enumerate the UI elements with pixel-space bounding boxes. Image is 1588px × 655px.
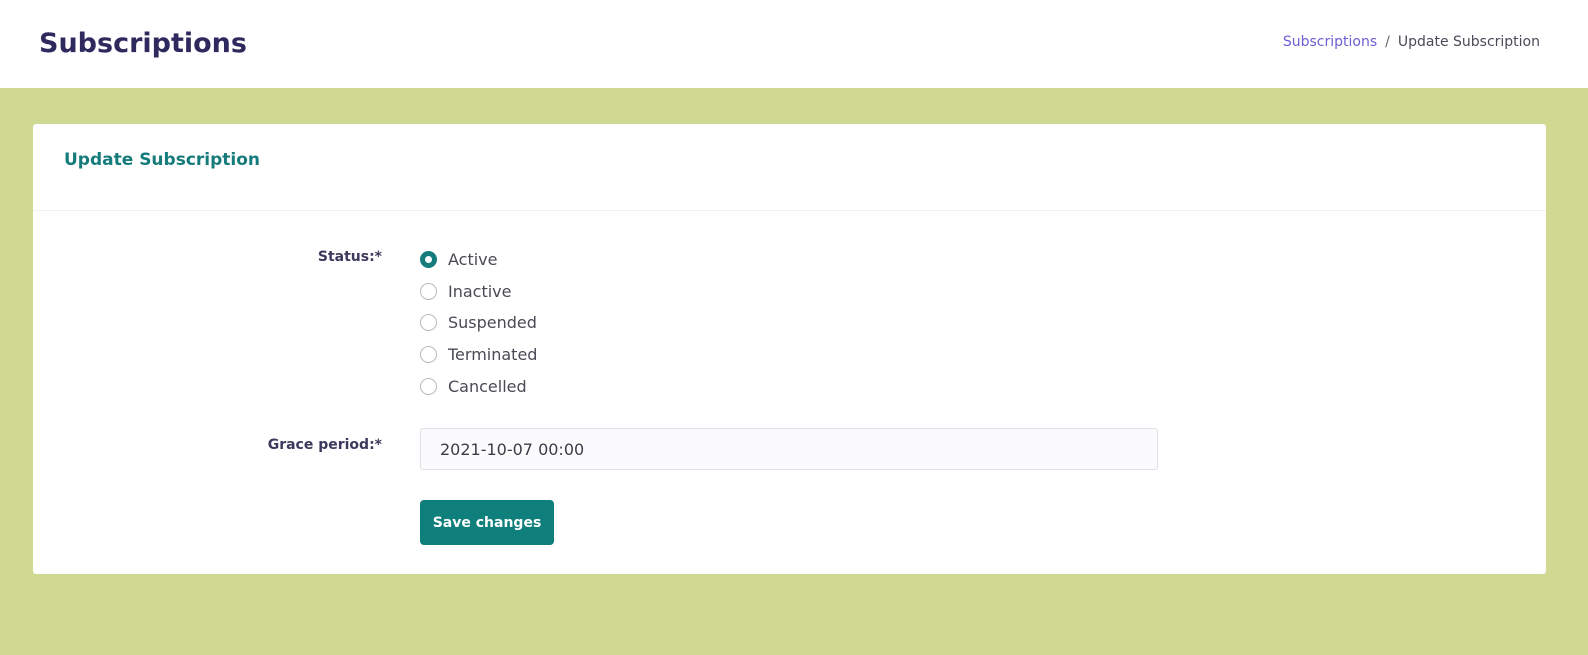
radio-label-cancelled: Cancelled <box>448 376 527 396</box>
radio-active[interactable] <box>420 251 437 269</box>
grace-period-label: Grace period:* <box>267 437 382 453</box>
radio-terminated[interactable] <box>420 346 437 364</box>
radio-label-suspended: Suspended <box>448 313 537 333</box>
status-option-suspended[interactable]: Suspended <box>420 307 537 339</box>
breadcrumb-link-subscriptions[interactable]: Subscriptions <box>1283 34 1377 50</box>
status-label: Status:* <box>317 249 382 265</box>
status-option-active[interactable]: Active <box>420 244 537 276</box>
card-header: Update Subscription <box>33 124 1546 211</box>
radio-suspended[interactable] <box>420 314 437 332</box>
radio-inactive[interactable] <box>420 282 437 300</box>
radio-label-active: Active <box>448 250 498 270</box>
radio-label-inactive: Inactive <box>448 281 512 301</box>
breadcrumb-separator: / <box>1385 34 1390 50</box>
grace-period-input[interactable] <box>420 428 1158 470</box>
status-option-terminated[interactable]: Terminated <box>420 339 537 371</box>
page-title: Subscriptions <box>39 28 247 59</box>
top-bar: Subscriptions Subscriptions / Update Subsc… <box>0 0 1588 88</box>
radio-cancelled[interactable] <box>420 377 437 395</box>
radio-label-terminated: Terminated <box>448 345 538 365</box>
save-button[interactable]: Save changes <box>420 500 554 545</box>
status-option-cancelled[interactable]: Cancelled <box>420 370 537 402</box>
status-option-inactive[interactable]: Inactive <box>420 276 537 308</box>
update-subscription-card: Update Subscription Status:* Active Inac… <box>33 124 1546 574</box>
breadcrumb-current: Update Subscription <box>1397 34 1540 50</box>
breadcrumb: Subscriptions / Update Subscription <box>1283 32 1540 52</box>
status-radio-group: Active Inactive Suspended Terminated Can… <box>420 244 537 402</box>
card-title: Update Subscription <box>64 150 261 170</box>
